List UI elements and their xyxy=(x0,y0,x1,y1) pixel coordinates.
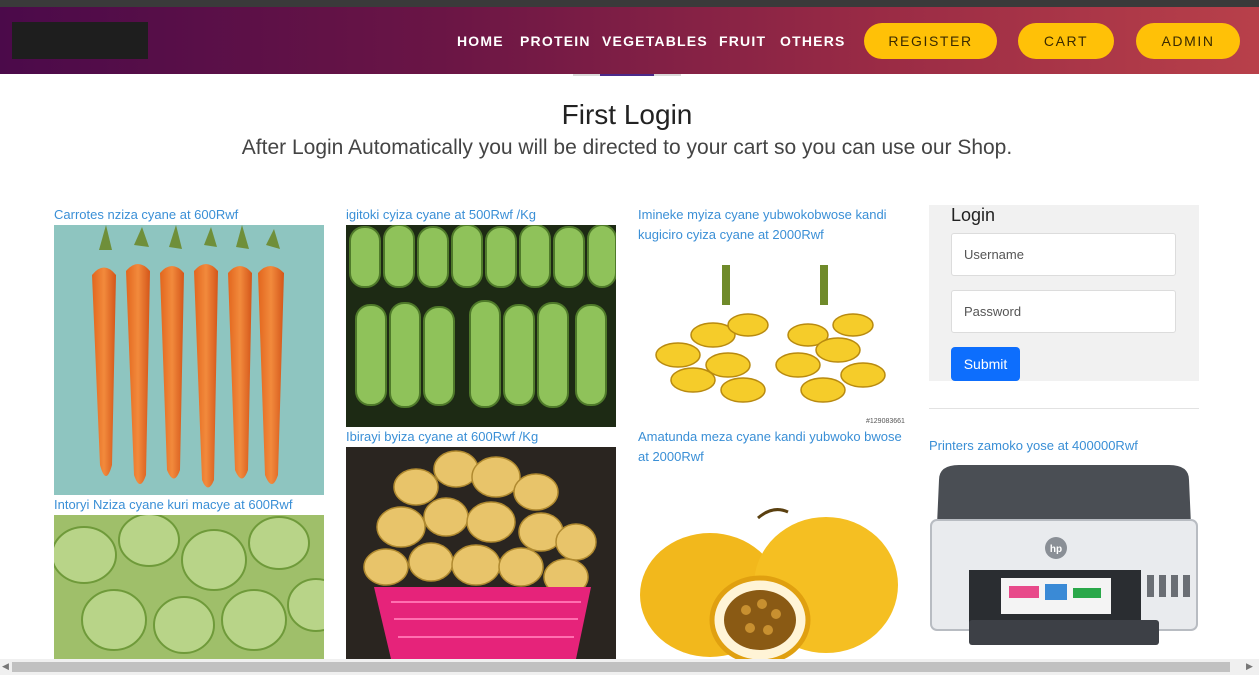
yellow-bananas-image[interactable]: #129083661 xyxy=(638,255,908,427)
password-input[interactable] xyxy=(951,290,1176,333)
username-input[interactable] xyxy=(951,233,1176,276)
green-bananas-image[interactable] xyxy=(346,225,616,427)
eggplants-illustration xyxy=(54,515,324,654)
nav-others-link[interactable]: OTHERS xyxy=(780,33,846,49)
horizontal-scrollbar[interactable]: ◀ ▶ xyxy=(0,659,1259,675)
printer-image[interactable]: hp xyxy=(929,460,1199,659)
section-indicator-active xyxy=(600,74,654,76)
nav-protein-link[interactable]: PROTEIN xyxy=(520,33,591,49)
scrollbar-thumb[interactable] xyxy=(12,662,1230,672)
cart-button[interactable]: CART xyxy=(1018,23,1114,59)
scroll-right-icon[interactable]: ▶ xyxy=(1246,661,1253,672)
yellow-bananas-illustration: #129083661 xyxy=(655,265,905,425)
divider xyxy=(929,408,1199,409)
nav-vegetables-link[interactable]: VEGETABLES xyxy=(602,33,708,49)
page-title: First Login xyxy=(561,99,693,130)
page-subtitle: After Login Automatically you will be di… xyxy=(241,136,1013,159)
carrots-illustration xyxy=(92,225,284,488)
passion-fruit-illustration xyxy=(640,508,898,659)
login-title: Login xyxy=(951,205,996,225)
nav-fruit-link[interactable]: FRUIT xyxy=(719,33,766,49)
carrots-image[interactable] xyxy=(54,225,324,495)
site-logo[interactable] xyxy=(12,22,148,59)
submit-button[interactable]: Submit xyxy=(951,347,1020,381)
passion-fruit-image[interactable] xyxy=(638,500,908,659)
potatoes-image[interactable] xyxy=(346,447,616,659)
admin-button[interactable]: ADMIN xyxy=(1136,23,1240,59)
nav-home-link[interactable]: HOME xyxy=(457,33,504,49)
product-caption-eggplants[interactable]: Intoryi Nziza cyane kuri macye at 600Rwf xyxy=(54,495,324,515)
product-caption-yellow-bananas[interactable]: Imineke myiza cyane yubwokobwose kandi k… xyxy=(638,205,908,245)
product-caption-carrots[interactable]: Carrotes nziza cyane at 600Rwf xyxy=(54,205,324,225)
eggplants-image[interactable] xyxy=(54,515,324,659)
scroll-left-icon[interactable]: ◀ xyxy=(2,661,9,672)
product-caption-passion-fruit[interactable]: Amatunda meza cyane kandi yubwoko bwose … xyxy=(638,427,913,467)
product-caption-potatoes[interactable]: Ibirayi byiza cyane at 600Rwf /Kg xyxy=(346,427,616,447)
potatoes-illustration xyxy=(363,450,597,659)
register-button[interactable]: REGISTER xyxy=(864,23,997,59)
image-watermark-text: #129083661 xyxy=(866,418,905,425)
printer-brand-text: hp xyxy=(1050,544,1062,555)
login-panel: Login Submit xyxy=(929,205,1199,381)
product-caption-green-bananas[interactable]: igitoki cyiza cyane at 500Rwf /Kg xyxy=(346,205,616,225)
navbar: HOME PROTEIN VEGETABLES FRUIT OTHERS REG… xyxy=(0,7,1259,74)
product-caption-printer[interactable]: Printers zamoko yose at 400000Rwf xyxy=(929,436,1199,456)
browser-top-strip xyxy=(0,0,1259,7)
green-bananas-illustration xyxy=(349,225,616,408)
printer-illustration: hp xyxy=(930,465,1198,645)
